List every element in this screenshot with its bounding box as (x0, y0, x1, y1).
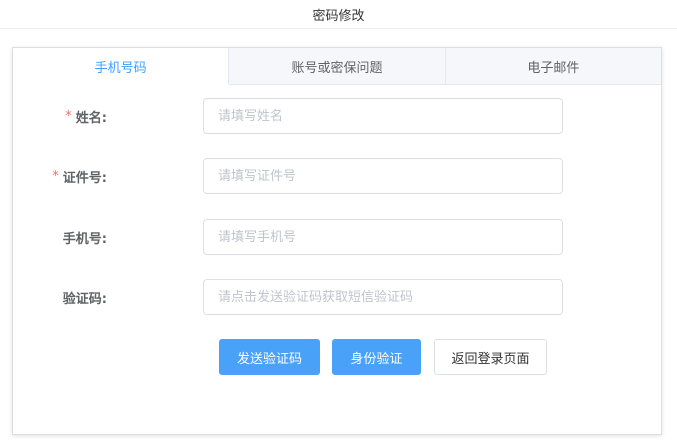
id-number-input[interactable] (203, 158, 563, 194)
name-label: * 姓名: (65, 98, 107, 134)
verification-code-row: 验证码: (13, 279, 663, 315)
page-header: 密码修改 (0, 0, 677, 29)
verification-code-label: 验证码: (63, 279, 107, 315)
tab-phone-number[interactable]: 手机号码 (13, 48, 230, 85)
phone-input[interactable] (203, 219, 563, 255)
id-number-label-text: 证件号: (62, 170, 107, 186)
tab-account-security-question[interactable]: 账号或密保问题 (229, 48, 446, 84)
name-row: * 姓名: (13, 98, 663, 134)
phone-row: 手机号: (13, 219, 663, 255)
required-marker: * (65, 108, 72, 124)
phone-label: 手机号: (63, 219, 107, 255)
verify-identity-button[interactable]: 身份验证 (332, 339, 421, 375)
name-label-text: 姓名: (75, 110, 107, 126)
tab-email[interactable]: 电子邮件 (446, 48, 661, 84)
verification-code-input[interactable] (203, 279, 563, 315)
send-code-button[interactable]: 发送验证码 (219, 339, 320, 375)
verification-code-label-text: 验证码: (62, 291, 107, 307)
phone-label-text: 手机号: (62, 231, 107, 247)
back-to-login-button[interactable]: 返回登录页面 (434, 339, 547, 375)
password-reset-panel: 手机号码 账号或密保问题 电子邮件 * 姓名: * 证件号: 手机号: 验证码:… (12, 47, 662, 435)
page-title: 密码修改 (312, 8, 365, 24)
tab-bar: 手机号码 账号或密保问题 电子邮件 (13, 48, 661, 85)
name-input[interactable] (203, 98, 563, 134)
id-number-label: * 证件号: (52, 158, 107, 194)
id-number-row: * 证件号: (13, 158, 663, 194)
required-marker: * (52, 168, 59, 184)
